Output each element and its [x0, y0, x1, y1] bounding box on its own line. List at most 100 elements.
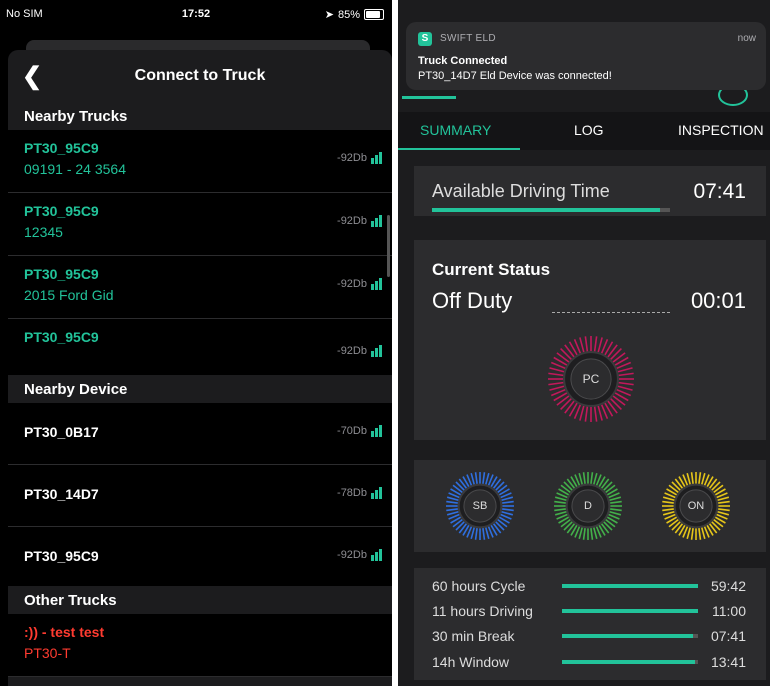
- signal-bars-icon: [371, 278, 382, 290]
- page-title: Connect to Truck: [134, 67, 266, 84]
- driving-button[interactable]: D: [552, 470, 624, 542]
- cycle-progress: [562, 609, 698, 613]
- tab-summary[interactable]: SUMMARY: [420, 122, 491, 138]
- hours-of-service-card: 60 hours Cycle 59:42 11 hours Driving 11…: [414, 568, 766, 680]
- signal-strength: -92Db: [337, 215, 382, 227]
- cycle-row: 14h Window 13:41: [432, 652, 746, 672]
- ring-tick: [597, 405, 603, 421]
- current-status-heading: Current Status: [432, 260, 551, 279]
- sleeper-berth-button[interactable]: SB: [444, 470, 516, 542]
- device-row[interactable]: PT30_95C9 -92Db: [8, 527, 392, 588]
- pc-label: PC: [582, 372, 600, 386]
- ring-tick: [690, 528, 694, 540]
- ring-tick: [446, 511, 459, 516]
- signal-text: -92Db: [337, 278, 367, 290]
- truck-name: PT30_95C9: [24, 329, 99, 345]
- active-tab-indicator: [398, 148, 520, 150]
- signal-bars-icon: [371, 425, 382, 437]
- ring-tick: [582, 528, 586, 540]
- cycle-label: 60 hours Cycle: [432, 578, 526, 594]
- truck-row[interactable]: PT30_95C9 09191 - 24 3564 -92Db: [8, 130, 392, 193]
- cycle-label: 11 hours Driving: [432, 603, 533, 619]
- nearby-device-list: PT30_0B17 -70Db PT30_14D7 -78Db PT30_95C…: [8, 403, 392, 588]
- d-label: D: [584, 500, 592, 512]
- signal-bars-icon: [371, 345, 382, 357]
- device-name: PT30_14D7: [24, 486, 99, 502]
- duty-status-buttons-card: SB D ON: [414, 460, 766, 552]
- ring-tick: [501, 511, 514, 516]
- cycle-row: 30 min Break 07:41: [432, 626, 746, 646]
- cycle-row: 11 hours Driving 11:00: [432, 601, 746, 621]
- available-driving-progress-fill: [432, 208, 661, 212]
- notification-time: now: [737, 33, 756, 44]
- available-driving-card: Available Driving Time 07:41: [414, 166, 766, 216]
- signal-strength: -70Db: [337, 425, 382, 437]
- personal-conveyance-button[interactable]: PC: [546, 334, 636, 424]
- signal-text: -92Db: [337, 549, 367, 561]
- ring-tick: [662, 511, 675, 516]
- available-driving-label: Available Driving Time: [432, 181, 610, 201]
- ring-tick: [578, 472, 583, 485]
- signal-text: -92Db: [337, 152, 367, 164]
- notification-title: Truck Connected: [418, 55, 508, 67]
- signal-bars-icon: [371, 152, 382, 164]
- truck-name: PT30_95C9: [24, 203, 99, 219]
- truck-row[interactable]: PT30_95C9 -92Db: [8, 319, 392, 381]
- tab-log[interactable]: LOG: [574, 122, 604, 138]
- ring-tick: [470, 472, 475, 485]
- ring-tick: [698, 528, 702, 540]
- signal-strength: -92Db: [337, 345, 382, 357]
- cycle-progress-fill: [562, 660, 696, 664]
- section-title: Other Trucks: [24, 592, 117, 609]
- cycle-row: 60 hours Cycle 59:42: [432, 576, 746, 596]
- ring-tick: [593, 336, 598, 352]
- ring-tick: [482, 472, 486, 484]
- section-header-other-trucks: Other Trucks: [8, 586, 392, 614]
- scrollbar[interactable]: [387, 215, 390, 277]
- ring-tick: [584, 406, 589, 422]
- on-duty-button[interactable]: ON: [660, 470, 732, 542]
- truck-name: PT30_95C9: [24, 266, 99, 282]
- signal-strength: -78Db: [337, 487, 382, 499]
- other-truck-subtitle: PT30-T: [24, 645, 71, 661]
- truck-row[interactable]: PT30_95C9 2015 Ford Gid -92Db: [8, 256, 392, 319]
- nearby-trucks-list: PT30_95C9 09191 - 24 3564 -92Db PT30_95C…: [8, 130, 392, 381]
- signal-bars-icon: [371, 215, 382, 227]
- truck-subtitle: 12345: [24, 224, 63, 240]
- notification-body: PT30_14D7 Eld Device was connected!: [418, 70, 612, 82]
- ring-tick: [593, 472, 598, 485]
- tab-inspection[interactable]: INSPECTION: [678, 122, 764, 138]
- ring-tick: [474, 472, 478, 484]
- other-truck-name: :)) - test test: [24, 624, 105, 640]
- cycle-value: 07:41: [710, 628, 746, 644]
- ring-tick: [701, 472, 706, 485]
- ring-tick: [686, 472, 691, 485]
- status-bar: No SIM 17:52 ➤ 85%: [0, 0, 392, 30]
- push-notification[interactable]: S SWIFT ELD now Truck Connected PT30_14D…: [406, 22, 766, 90]
- section-title: Nearby Device: [24, 381, 128, 398]
- ring-tick: [690, 472, 694, 484]
- cycle-progress-fill: [562, 609, 698, 613]
- connect-to-truck-screen: No SIM 17:52 ➤ 85% ❮ Connect to Truck Ne…: [0, 0, 392, 686]
- signal-text: -78Db: [337, 487, 367, 499]
- truck-row[interactable]: PT30_95C9 12345 -92Db: [8, 193, 392, 256]
- device-row[interactable]: PT30_0B17 -70Db: [8, 403, 392, 465]
- ring-tick: [617, 385, 633, 391]
- cycle-value: 59:42: [710, 578, 746, 594]
- battery-icon: [364, 9, 384, 20]
- location-icon: ➤: [324, 9, 334, 21]
- other-trucks-list: :)) - test test PT30-T: [8, 614, 392, 677]
- device-name: PT30_95C9: [24, 548, 99, 564]
- ring-tick: [590, 528, 594, 540]
- ring-tick: [579, 405, 585, 421]
- section-title: Nearby Trucks: [24, 108, 128, 125]
- other-truck-row[interactable]: :)) - test test PT30-T: [8, 614, 392, 677]
- cycle-label: 14h Window: [432, 654, 510, 670]
- cycle-value: 13:41: [710, 654, 746, 670]
- ring-tick: [474, 528, 478, 540]
- ring-tick: [579, 337, 585, 353]
- ring-tick: [485, 527, 490, 540]
- current-status-card: Current Status Off Duty 00:01 PC: [414, 240, 766, 440]
- device-row[interactable]: PT30_14D7 -78Db: [8, 465, 392, 527]
- ring-tick: [593, 406, 598, 422]
